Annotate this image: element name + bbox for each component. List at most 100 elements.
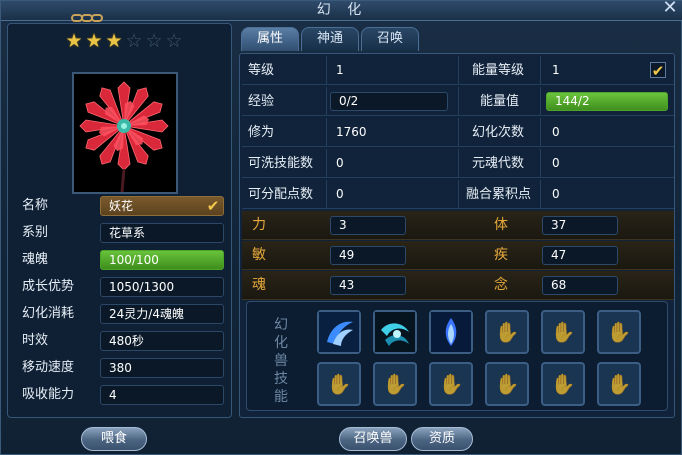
pet-skills-box: 幻 化 兽 技 能 [246, 301, 668, 411]
attr-value: 24灵力/4魂魄 [100, 304, 224, 324]
empty-slot-icon[interactable] [597, 310, 641, 354]
skills-title: 幻 化 兽 技 能 [271, 316, 291, 406]
empty-slot-icon[interactable] [541, 310, 585, 354]
empty-slot-icon[interactable] [485, 362, 529, 406]
attr-row-duration: 时效 480秒 [22, 331, 227, 351]
fusion-value: 0 [552, 187, 560, 201]
base-stat-row: 力 3 体 37 [242, 211, 674, 240]
attr-label: 吸收能力 [22, 387, 75, 402]
pet-name-field[interactable]: 妖花 ✔ [100, 196, 224, 216]
summon-button[interactable]: 召唤兽 [339, 427, 407, 451]
attr-row-type: 系别 花草系 [22, 223, 227, 243]
speed-label: 疾 [494, 247, 508, 263]
blue-wave-skill-icon[interactable] [317, 310, 361, 354]
cultivation-value: 1760 [336, 125, 367, 139]
star-filled-icon: ★ [65, 30, 83, 52]
energy-level-value: 1 [552, 63, 560, 77]
attr-label: 幻化消耗 [22, 306, 75, 321]
star-filled-icon: ★ [85, 30, 103, 52]
tab-abilities[interactable]: 神通 [301, 27, 359, 51]
pet-info-panel: ★ ★ ★ ☆ ☆ ☆ 名称 妖花 ✔ 系别 花草系 魂魄 100/100 成长… [7, 23, 232, 418]
attr-label: 名称 [22, 198, 49, 213]
strength-label: 力 [252, 217, 266, 233]
base-stat-row: 敏 49 疾 47 [242, 241, 674, 270]
attr-label: 魂魄 [22, 252, 49, 267]
exp-label: 经验 [248, 94, 275, 109]
feed-button[interactable]: 喂食 [81, 427, 147, 451]
star-empty-icon: ☆ [145, 30, 163, 52]
attr-row-speed: 移动速度 380 [22, 358, 227, 378]
soul-label: 魂 [252, 277, 266, 293]
checkmark-icon[interactable]: ✔ [650, 62, 666, 79]
attr-label: 成长优势 [22, 279, 75, 294]
soul-gen-value: 0 [552, 156, 560, 170]
title-bar: 幻 化 ✕ [1, 0, 682, 22]
washable-label: 可洗技能数 [248, 156, 314, 171]
skills-title-char: 技 [274, 371, 288, 387]
empty-slot-icon[interactable] [317, 362, 361, 406]
star-empty-icon: ☆ [165, 30, 183, 52]
empty-slot-icon[interactable] [485, 310, 529, 354]
soul-gen-label: 元魂代数 [472, 156, 525, 171]
stat-row: 经验 0/2 能量值 144/2 [242, 87, 674, 116]
soul-bar: 100/100 [100, 250, 224, 270]
attr-label: 移动速度 [22, 360, 75, 375]
transform-window: 幻 化 ✕ ★ ★ ★ ☆ ☆ ☆ 名称 妖花 ✔ 系别 花草系 魂魄 100/… [0, 0, 682, 455]
empty-slot-icon[interactable] [541, 362, 585, 406]
cultivation-label: 修为 [248, 125, 275, 140]
energy-bar: 144/2 [546, 92, 668, 111]
window-title: 幻 化 [316, 2, 368, 18]
level-value: 1 [336, 63, 344, 77]
skills-title-char: 兽 [274, 353, 288, 369]
level-label: 等级 [248, 63, 275, 78]
blue-spirit-skill-icon[interactable] [429, 310, 473, 354]
tab-bar: 属性 神通 召唤 [241, 27, 421, 53]
transform-count-value: 0 [552, 125, 560, 139]
speed-value: 47 [542, 246, 618, 265]
stat-row: 可洗技能数 0 元魂代数 0 [242, 149, 674, 178]
skills-title-char: 幻 [274, 317, 288, 333]
empty-slot-icon[interactable] [429, 362, 473, 406]
pet-name-value: 妖花 [109, 199, 134, 213]
close-icon[interactable]: ✕ [661, 0, 679, 17]
skills-title-char: 能 [274, 389, 288, 405]
body-value: 37 [542, 216, 618, 235]
points-label: 可分配点数 [248, 187, 314, 202]
attr-value: 380 [100, 358, 224, 378]
stat-row: 等级 1 能量等级 1 ✔ [242, 56, 674, 85]
mind-value: 68 [542, 276, 618, 295]
attr-value: 4 [100, 385, 224, 405]
attr-label: 时效 [22, 333, 49, 348]
attr-label: 系别 [22, 225, 49, 240]
attr-row-cost: 幻化消耗 24灵力/4魂魄 [22, 304, 227, 324]
agility-label: 敏 [252, 247, 266, 263]
star-filled-icon: ★ [105, 30, 123, 52]
star-empty-icon: ☆ [125, 30, 143, 52]
energy-label: 能量值 [480, 94, 520, 109]
points-value: 0 [336, 187, 344, 201]
attr-value: 花草系 [100, 223, 224, 243]
washable-value: 0 [336, 156, 344, 170]
body-label: 体 [494, 217, 508, 233]
attr-row-growth: 成长优势 1050/1300 [22, 277, 227, 297]
agility-value: 49 [330, 246, 406, 265]
base-stat-row: 魂 43 念 68 [242, 271, 674, 300]
mind-label: 念 [494, 277, 508, 293]
attr-value: 1050/1300 [100, 277, 224, 297]
pet-portrait [72, 72, 178, 194]
exp-value: 0/2 [330, 92, 448, 111]
attr-row-soul: 魂魄 100/100 [22, 250, 227, 270]
attr-value: 480秒 [100, 331, 224, 351]
cyan-whirl-skill-icon[interactable] [373, 310, 417, 354]
tab-summon[interactable]: 召唤 [361, 27, 419, 51]
energy-level-label: 能量等级 [472, 63, 525, 78]
checkmark-icon[interactable]: ✔ [205, 198, 221, 214]
star-rating: ★ ★ ★ ☆ ☆ ☆ [64, 30, 184, 52]
attr-row-name: 名称 妖花 ✔ [22, 196, 227, 216]
soul-value: 43 [330, 276, 406, 295]
empty-slot-icon[interactable] [597, 362, 641, 406]
tab-attributes[interactable]: 属性 [241, 27, 299, 51]
stat-row: 可分配点数 0 融合累积点 0 [242, 180, 674, 209]
empty-slot-icon[interactable] [373, 362, 417, 406]
aptitude-button[interactable]: 资质 [411, 427, 473, 451]
